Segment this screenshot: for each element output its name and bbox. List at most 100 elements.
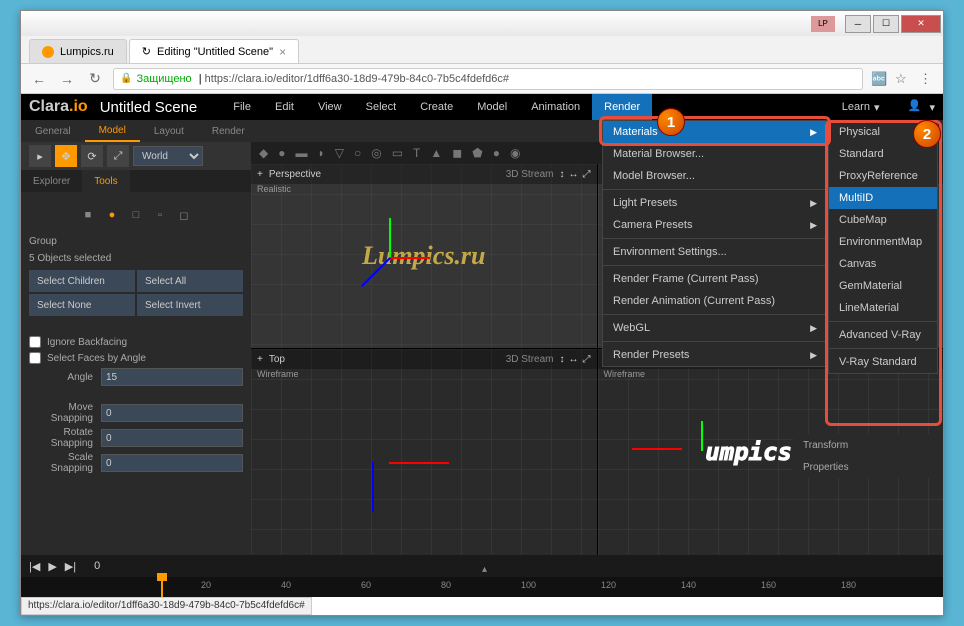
select-button[interactable]: Select Invert — [137, 294, 243, 316]
dropdown-item[interactable]: Render Animation (Current Pass) — [603, 290, 827, 312]
learn-menu[interactable]: Learn▾ — [830, 94, 892, 120]
primitive-icon[interactable]: ⬟ — [472, 146, 482, 160]
maximize-button[interactable]: ☐ — [873, 15, 899, 33]
shape-icon[interactable]: ◻ — [175, 206, 193, 224]
plus-icon[interactable]: + — [257, 354, 263, 365]
sidetab-tools[interactable]: Tools — [82, 170, 129, 192]
menu-animation[interactable]: Animation — [519, 94, 592, 120]
shape-icon[interactable]: □ — [127, 206, 145, 224]
viewport-top[interactable]: +Top3D Stream↕↔⤢ Wireframe — [251, 349, 597, 555]
primitive-icon[interactable]: ○ — [354, 146, 361, 160]
subtab-general[interactable]: General — [21, 120, 85, 142]
dropdown-item[interactable]: Model Browser... — [603, 165, 827, 187]
coord-select[interactable]: World — [133, 146, 203, 166]
submenu-item[interactable]: Advanced V-Ray — [829, 324, 937, 346]
vp-icon[interactable]: ⤢ — [583, 169, 591, 180]
reload-button[interactable]: ↻ — [85, 69, 105, 89]
vp-icon[interactable]: ⤢ — [583, 354, 591, 365]
rotate-snap-input[interactable] — [101, 429, 243, 447]
primitive-icon[interactable]: ▬ — [295, 146, 307, 160]
submenu-item[interactable]: Canvas — [829, 253, 937, 275]
back-button[interactable]: ← — [29, 69, 49, 89]
viewport-perspective[interactable]: +Perspective3D Stream↕↔⤢ Realistic Lumpi… — [251, 164, 597, 348]
first-frame-button[interactable]: |◀ — [29, 560, 40, 573]
text-icon[interactable]: T — [413, 146, 420, 160]
shape-icon[interactable]: ▫ — [151, 206, 169, 224]
dropdown-item[interactable]: Camera Presets▶ — [603, 214, 827, 236]
primitive-icon[interactable]: ◼ — [452, 146, 462, 160]
minimize-button[interactable]: ─ — [845, 15, 871, 33]
sphere-icon[interactable]: ● — [103, 206, 121, 224]
forward-button[interactable]: → — [57, 69, 77, 89]
menu-select[interactable]: Select — [354, 94, 409, 120]
move-snap-input[interactable] — [101, 404, 243, 422]
browser-tab[interactable]: ↻ Editing "Untitled Scene" × — [129, 39, 299, 63]
browser-tab[interactable]: Lumpics.ru — [29, 39, 127, 63]
dropdown-item[interactable]: Material Browser... — [603, 143, 827, 165]
scale-snap-input[interactable] — [101, 454, 243, 472]
subtab-render[interactable]: Render — [198, 120, 259, 142]
vp-icon[interactable]: ↔ — [569, 354, 579, 365]
sidetab-explorer[interactable]: Explorer — [21, 170, 82, 192]
primitive-icon[interactable]: ◎ — [371, 146, 381, 160]
ignore-backfacing-check[interactable] — [29, 336, 41, 348]
vp-icon[interactable]: ↕ — [560, 354, 565, 365]
panel-header[interactable]: Properties — [793, 456, 943, 478]
select-button[interactable]: Select Children — [29, 270, 135, 292]
submenu-item[interactable]: LineMaterial — [829, 297, 937, 319]
menu-create[interactable]: Create — [408, 94, 465, 120]
primitive-icon[interactable]: ▭ — [392, 146, 403, 160]
vp-icon[interactable]: ↔ — [569, 169, 579, 180]
dropdown-item[interactable]: Render Frame (Current Pass) — [603, 268, 827, 290]
dropdown-item[interactable]: WebGL▶ — [603, 317, 827, 339]
vp-icon[interactable]: ↕ — [560, 169, 565, 180]
submenu-item[interactable]: ProxyReference — [829, 165, 937, 187]
primitive-icon[interactable]: ▲ — [430, 146, 442, 160]
subtab-layout[interactable]: Layout — [140, 120, 198, 142]
submenu-item[interactable]: V-Ray Standard — [829, 351, 937, 373]
submenu-item[interactable]: CubeMap — [829, 209, 937, 231]
logo[interactable]: Clara.io — [29, 98, 88, 116]
pointer-tool[interactable]: ▸ — [29, 145, 51, 167]
menu-view[interactable]: View — [306, 94, 354, 120]
collapse-icon[interactable]: ▴ — [482, 564, 487, 575]
primitive-icon[interactable]: ▽ — [335, 146, 344, 160]
primitive-icon[interactable]: ● — [278, 146, 285, 160]
star-icon[interactable]: ☆ — [895, 71, 911, 87]
translate-icon[interactable]: 🔤 — [871, 71, 887, 87]
shape-icon[interactable]: ■ — [79, 206, 97, 224]
select-button[interactable]: Select None — [29, 294, 135, 316]
plus-icon[interactable]: + — [257, 169, 263, 180]
move-tool[interactable]: ✥ — [55, 145, 77, 167]
menu-render[interactable]: Render — [592, 94, 652, 120]
scale-tool[interactable]: ⤢ — [107, 145, 129, 167]
primitive-icon[interactable]: ● — [493, 146, 500, 160]
chevron-down-icon[interactable]: ▾ — [929, 101, 935, 114]
angle-input[interactable] — [101, 368, 243, 386]
menu-model[interactable]: Model — [465, 94, 519, 120]
submenu-item[interactable]: MultiID — [829, 187, 937, 209]
menu-file[interactable]: File — [221, 94, 263, 120]
timeline-track[interactable]: 20406080100120140160180 — [21, 577, 943, 597]
submenu-item[interactable]: GemMaterial — [829, 275, 937, 297]
timeline-marker[interactable] — [161, 577, 163, 597]
dropdown-item[interactable]: Environment Settings... — [603, 241, 827, 263]
close-button[interactable]: ✕ — [901, 15, 941, 33]
panel-header[interactable]: Transform — [793, 434, 943, 456]
select-button[interactable]: Select All — [137, 270, 243, 292]
subtab-model[interactable]: Model — [85, 120, 140, 142]
submenu-item[interactable]: EnvironmentMap — [829, 231, 937, 253]
primitive-icon[interactable]: ◉ — [510, 146, 520, 160]
dropdown-item[interactable]: Light Presets▶ — [603, 192, 827, 214]
dropdown-item[interactable]: Render Presets▶ — [603, 344, 827, 366]
user-icon[interactable]: 👤 — [907, 99, 923, 115]
rotate-tool[interactable]: ⟳ — [81, 145, 103, 167]
menu-icon[interactable]: ⋮ — [919, 71, 935, 87]
primitive-icon[interactable]: ◗ — [317, 146, 324, 160]
primitive-icon[interactable]: ◆ — [259, 146, 268, 160]
url-field[interactable]: 🔒 Защищено | https://clara.io/editor/1df… — [113, 68, 863, 90]
dropdown-item[interactable]: Materials▶ — [603, 121, 827, 143]
menu-edit[interactable]: Edit — [263, 94, 306, 120]
tab-close-icon[interactable]: × — [279, 45, 286, 59]
select-faces-check[interactable] — [29, 352, 41, 364]
